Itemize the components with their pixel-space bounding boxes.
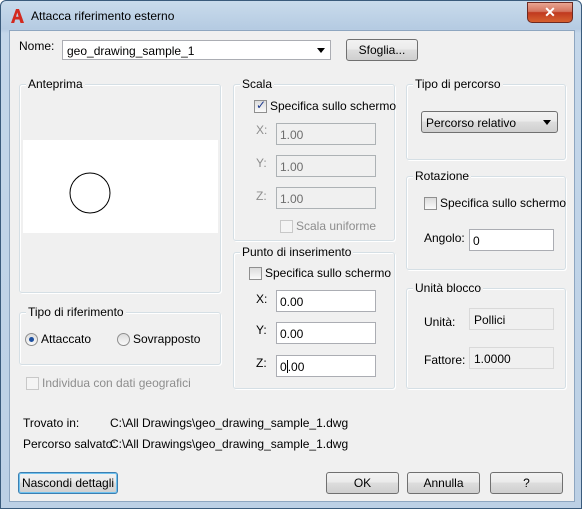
uniform-scale-label: Scala uniforme [296,219,377,233]
name-dropdown-value: geo_drawing_sample_1 [67,44,195,58]
insertion-y-input[interactable]: 0.00 [276,322,376,344]
insertion-z-value-start: 0 [280,360,287,374]
hide-details-button[interactable]: Nascondi dettagli [18,472,118,494]
preview-drawing [69,172,111,214]
scale-y-label: Y: [256,156,267,170]
factor-label: Fattore: [424,353,466,367]
reference-type-title: Tipo di riferimento [26,305,126,319]
attach-radio-label[interactable]: Attaccato [41,332,91,346]
name-label: Nome: [19,39,55,53]
insertion-z-label: Z: [256,356,267,370]
overlay-radio-label[interactable]: Sovrapposto [133,332,200,346]
preview-title: Anteprima [26,77,85,91]
rotation-group: Rotazione Specifica sullo schermo Angolo… [406,169,566,270]
rotation-specify-label[interactable]: Specifica sullo schermo [440,196,566,210]
scale-z-input[interactable]: 1.00 [276,187,376,209]
attach-radio[interactable] [25,333,38,346]
close-button[interactable]: ✕ [527,2,573,23]
factor-value-field: 1.0000 [469,347,554,369]
ok-button[interactable]: OK [326,472,399,494]
insertion-y-value: 0.00 [280,327,304,341]
saved-path-label: Percorso salvato: [23,437,116,451]
rotation-title: Rotazione [413,169,472,183]
scale-z-label: Z: [256,189,267,203]
insertion-specify-checkbox[interactable] [249,267,262,280]
insertion-x-input[interactable]: 0.00 [276,290,376,312]
scale-z-value: 1.00 [280,192,304,206]
uniform-scale-checkbox[interactable] [280,220,293,233]
reference-type-group: Tipo di riferimento Attaccato Sovrappost… [19,305,221,365]
cancel-button[interactable]: Annulla [407,472,480,494]
scale-group: Scala Specifica sullo schermo X: 1.00 Y:… [233,77,396,241]
cancel-label: Annulla [423,476,464,490]
angle-value: 0 [473,234,480,248]
autocad-app-icon [11,9,24,23]
help-label: ? [523,476,530,490]
path-type-group: Tipo di percorso Percorso relativo [406,77,566,160]
factor-value: 1.0000 [474,352,511,366]
scale-y-value: 1.00 [280,160,304,174]
dialog-body: Nome: geo_drawing_sample_1 Sfoglia... An… [9,30,575,502]
insertion-z-value-end: .00 [287,360,305,374]
title-bar[interactable]: Attacca riferimento esterno ✕ [1,1,581,31]
insertion-y-label: Y: [256,323,267,337]
insertion-point-group: Punto di inserimento Specifica sullo sch… [233,245,395,389]
chevron-down-icon [317,48,325,53]
scale-x-label: X: [256,123,268,137]
geo-data-checkbox[interactable] [26,377,39,390]
name-dropdown[interactable]: geo_drawing_sample_1 [62,40,331,60]
block-unit-title: Unità blocco [413,281,484,295]
path-type-value: Percorso relativo [426,116,517,130]
scale-x-input[interactable]: 1.00 [276,123,376,145]
found-in-label: Trovato in: [23,416,80,430]
overlay-radio[interactable] [117,333,130,346]
dialog-window: Attacca riferimento esterno ✕ Nome: geo_… [0,0,582,509]
unit-value-field: Pollici [469,308,554,330]
found-in-value: C:\All Drawings\geo_drawing_sample_1.dwg [110,416,349,430]
close-icon: ✕ [544,4,556,20]
scale-x-value: 1.00 [280,128,304,142]
insertion-specify-label[interactable]: Specifica sullo schermo [265,266,391,280]
insertion-z-input[interactable]: 0.00 [276,355,376,377]
help-button[interactable]: ? [490,472,563,494]
block-unit-group: Unità blocco Unità: Pollici Fattore: 1.0… [406,281,566,389]
preview-circle [69,172,111,214]
insertion-x-label: X: [256,292,268,306]
chevron-down-icon [543,120,551,125]
path-type-title: Tipo di percorso [413,77,503,91]
scale-title: Scala [240,77,275,91]
ok-label: OK [353,476,372,490]
browse-button-label: Sfoglia... [358,43,406,57]
unit-value: Pollici [474,313,506,327]
preview-group: Anteprima [19,77,221,293]
unit-label: Unità: [424,315,456,329]
saved-path-value: C:\All Drawings\geo_drawing_sample_1.dwg [110,437,349,451]
scale-specify-checkbox[interactable] [254,98,267,113]
rotation-specify-checkbox[interactable] [424,197,437,210]
geo-data-label: Individua con dati geografici [42,376,191,390]
window-title: Attacca riferimento esterno [31,9,175,23]
angle-input[interactable]: 0 [469,229,554,251]
insertion-x-value: 0.00 [280,295,304,309]
preview-canvas [23,140,218,233]
angle-label: Angolo: [424,231,465,245]
path-type-dropdown[interactable]: Percorso relativo [421,111,558,133]
hide-details-label: Nascondi dettagli [21,476,115,490]
insertion-point-title: Punto di inserimento [240,245,354,259]
scale-y-input[interactable]: 1.00 [276,155,376,177]
scale-specify-label[interactable]: Specifica sullo schermo [270,99,396,113]
browse-button[interactable]: Sfoglia... [346,39,418,61]
